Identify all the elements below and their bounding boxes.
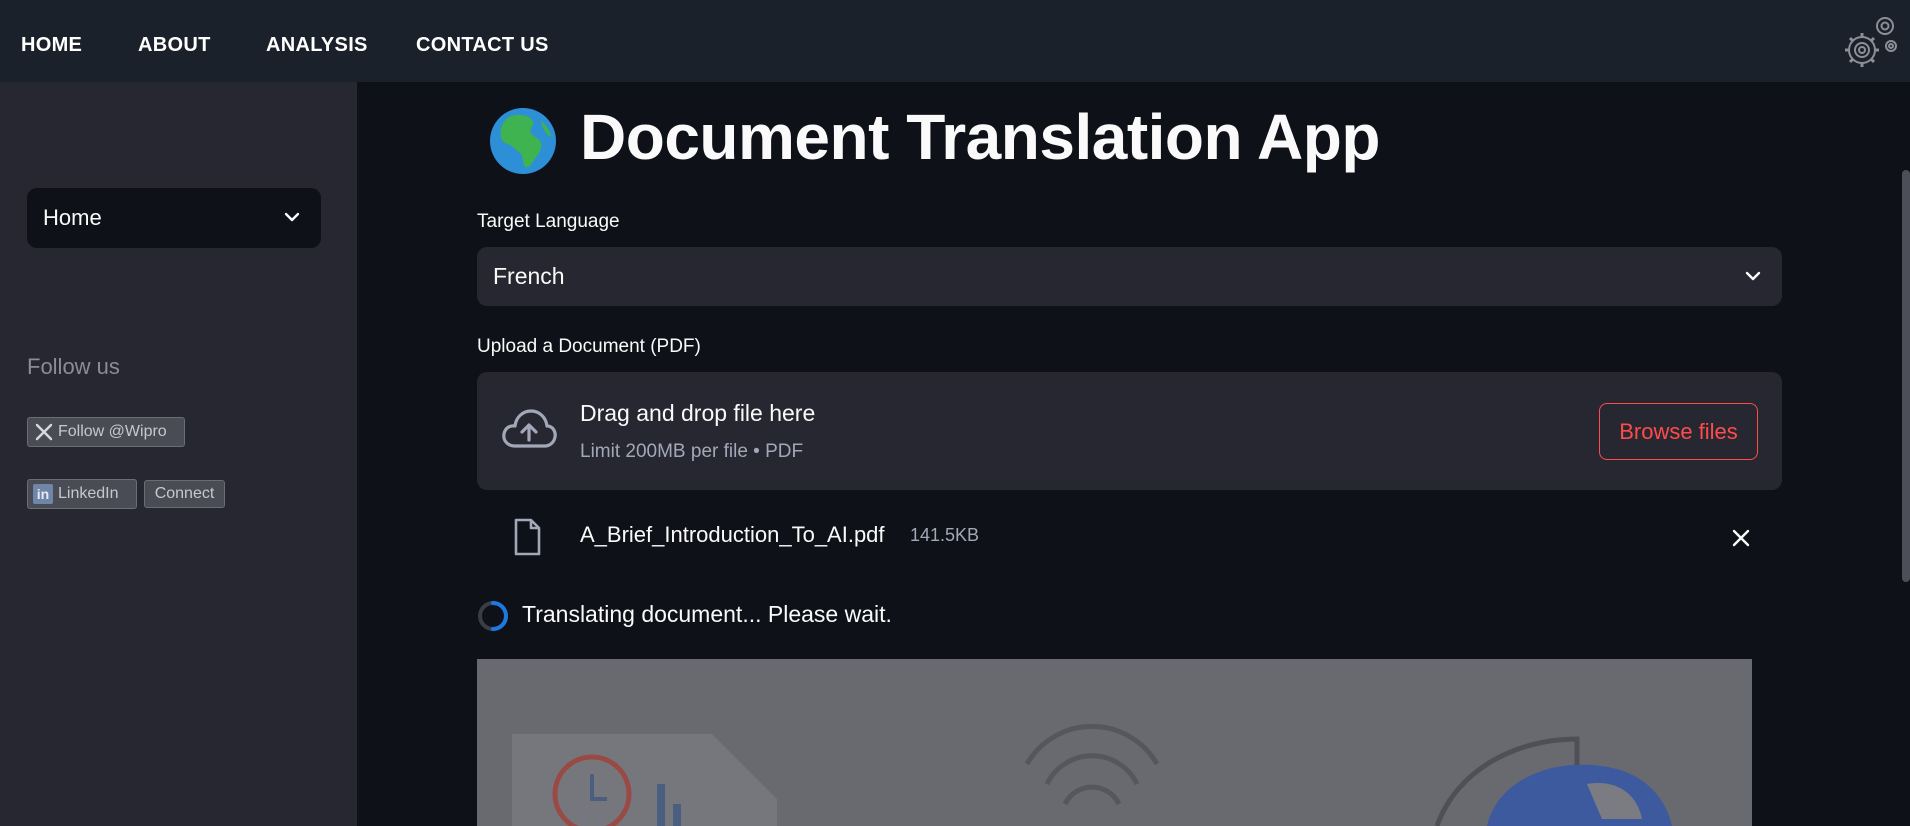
nav-analysis[interactable]: ANALYSIS xyxy=(266,34,368,57)
remove-file-icon[interactable] xyxy=(1731,528,1751,548)
linkedin-icon: in xyxy=(33,484,53,504)
uploaded-file-size: 141.5KB xyxy=(910,525,980,545)
nav-contact-us[interactable]: CONTACT US xyxy=(416,34,549,57)
file-dropzone[interactable]: Drag and drop file here Limit 200MB per … xyxy=(477,372,1782,490)
top-navbar: HOME ABOUT ANALYSIS CONTACT US xyxy=(0,0,1910,82)
nav-about[interactable]: ABOUT xyxy=(138,34,211,57)
chevron-down-icon xyxy=(1745,271,1761,281)
linkedin-button[interactable]: in LinkedIn xyxy=(27,479,137,509)
target-language-select[interactable]: French xyxy=(477,247,1782,306)
upload-label: Upload a Document (PDF) xyxy=(477,336,701,357)
nav-home[interactable]: HOME xyxy=(21,34,82,57)
document-preview-image xyxy=(477,659,1752,826)
twitter-follow-label: Follow @Wipro xyxy=(58,423,167,440)
x-logo-icon xyxy=(35,423,53,441)
file-icon xyxy=(514,518,541,556)
twitter-follow-button[interactable]: Follow @Wipro xyxy=(27,417,185,447)
cloud-upload-icon xyxy=(502,409,557,448)
chevron-down-icon xyxy=(284,212,300,222)
browse-files-button[interactable]: Browse files xyxy=(1599,403,1758,460)
loading-spinner-icon xyxy=(478,601,509,631)
page-select[interactable]: Home xyxy=(27,188,321,248)
uploaded-file-name: A_Brief_Introduction_To_AI.pdf xyxy=(580,522,885,547)
scrollbar-thumb[interactable] xyxy=(1902,170,1910,582)
uploaded-file-row: A_Brief_Introduction_To_AI.pdf 141.5KB xyxy=(477,510,1782,566)
target-language-value: French xyxy=(493,263,565,289)
target-language-label: Target Language xyxy=(477,211,620,232)
sidebar: Home Follow us Follow @Wipro in LinkedIn… xyxy=(0,82,357,826)
translation-status: Translating document... Please wait. xyxy=(522,601,892,627)
dropzone-limit: Limit 200MB per file • PDF xyxy=(580,441,804,462)
gears-icon[interactable] xyxy=(1840,12,1900,70)
page-title: Document Translation App xyxy=(580,101,1380,173)
globe-africa-icon xyxy=(490,108,556,174)
page-select-value: Home xyxy=(43,205,102,230)
dropzone-instructions: Drag and drop file here xyxy=(580,400,816,426)
linkedin-label: LinkedIn xyxy=(58,485,119,502)
follow-us-heading: Follow us xyxy=(27,354,120,379)
linkedin-connect-button[interactable]: Connect xyxy=(144,480,225,508)
